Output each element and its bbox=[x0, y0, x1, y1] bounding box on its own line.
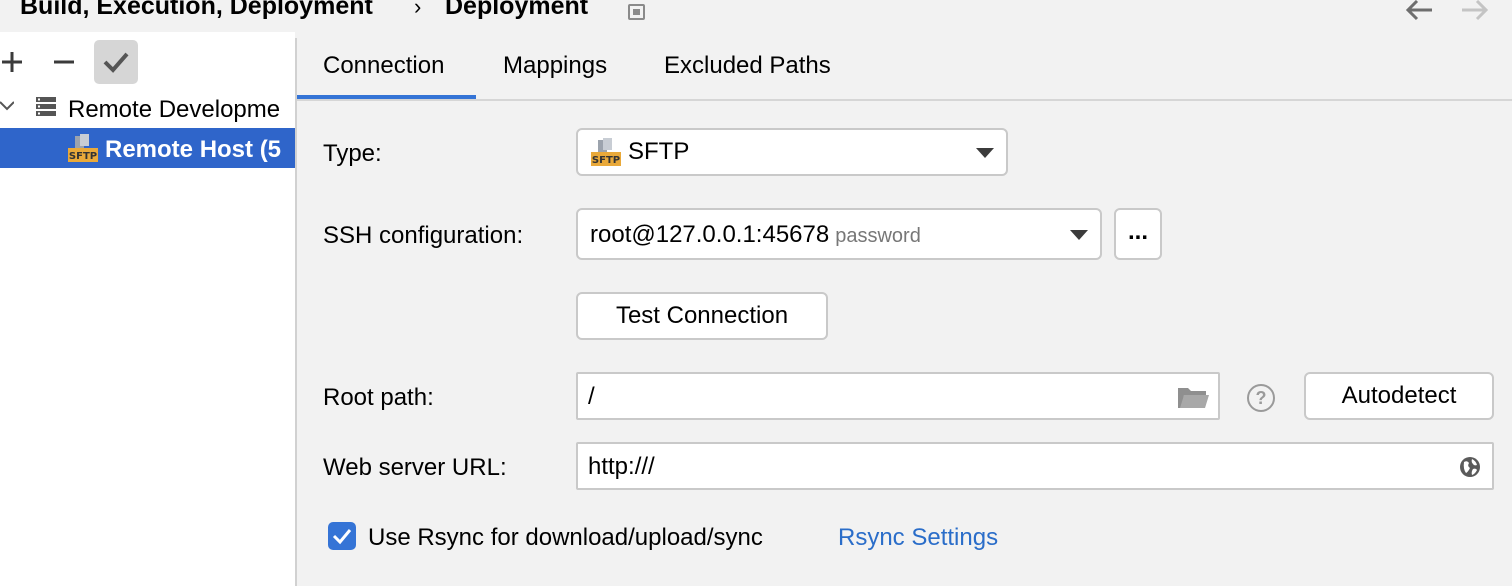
remove-server-icon[interactable] bbox=[52, 44, 78, 80]
add-server-icon[interactable] bbox=[0, 44, 26, 80]
web-server-url-value: http:/// bbox=[588, 453, 655, 480]
chevron-down-icon[interactable] bbox=[0, 98, 14, 114]
ssh-configuration-value: root@127.0.0.1:45678 password bbox=[590, 221, 921, 249]
tree-item-remote-host[interactable]: SFTP Remote Host (5 bbox=[0, 128, 295, 168]
breadcrumb-separator: › bbox=[414, 0, 422, 19]
deployment-settings-window: Build, Execution, Deployment › Deploymen… bbox=[0, 0, 1512, 586]
tree-group-label: Remote Developme bbox=[68, 96, 281, 123]
collapse-panel-icon[interactable] bbox=[628, 4, 645, 20]
ssh-auth-hint: password bbox=[835, 225, 921, 247]
root-path-label: Root path: bbox=[323, 384, 434, 411]
back-arrow-icon[interactable] bbox=[1404, 0, 1436, 24]
root-path-value: / bbox=[588, 383, 595, 410]
checkmark-icon bbox=[332, 529, 352, 545]
breadcrumb: Build, Execution, Deployment › Deploymen… bbox=[0, 0, 1512, 32]
ssh-configuration-label: SSH configuration: bbox=[323, 222, 524, 249]
dropdown-arrow-icon bbox=[976, 148, 994, 158]
type-label: Type: bbox=[323, 140, 382, 167]
breadcrumb-parent[interactable]: Build, Execution, Deployment bbox=[20, 0, 373, 21]
rsync-settings-link[interactable]: Rsync Settings bbox=[838, 524, 998, 552]
tab-connection[interactable]: Connection bbox=[323, 52, 444, 80]
svg-text:SFTP: SFTP bbox=[592, 155, 620, 166]
server-list-panel: Remote Developme SFTP Remote Host (5 bbox=[0, 32, 295, 586]
checkmark-icon bbox=[103, 52, 129, 73]
globe-icon[interactable] bbox=[1458, 455, 1482, 479]
type-value: SFTP bbox=[628, 138, 690, 165]
tabs-divider bbox=[297, 99, 1512, 101]
web-server-url-label: Web server URL: bbox=[323, 454, 507, 481]
forward-arrow-icon[interactable] bbox=[1458, 0, 1490, 24]
svg-text:SFTP: SFTP bbox=[69, 151, 97, 162]
sftp-icon: SFTP bbox=[591, 138, 621, 166]
root-path-input[interactable]: / bbox=[576, 372, 1220, 420]
server-icon bbox=[36, 97, 56, 116]
use-rsync-checkbox[interactable] bbox=[328, 522, 356, 550]
type-dropdown[interactable]: SFTP SFTP bbox=[576, 128, 1008, 176]
sftp-icon: SFTP bbox=[68, 134, 98, 162]
page-title: Deployment bbox=[445, 0, 589, 20]
use-rsync-label[interactable]: Use Rsync for download/upload/sync bbox=[368, 524, 763, 552]
edit-ssh-configurations-button[interactable]: ... bbox=[1114, 208, 1162, 260]
set-default-button[interactable] bbox=[94, 40, 138, 84]
tree-item-label: Remote Host (5 bbox=[105, 136, 282, 163]
web-server-url-input[interactable]: http:/// bbox=[576, 442, 1494, 490]
test-connection-button[interactable]: Test Connection bbox=[576, 292, 828, 340]
tab-excluded-paths[interactable]: Excluded Paths bbox=[664, 52, 831, 80]
tab-mappings[interactable]: Mappings bbox=[503, 52, 607, 80]
dropdown-arrow-icon bbox=[1070, 230, 1088, 240]
autodetect-button[interactable]: Autodetect bbox=[1304, 372, 1494, 420]
folder-icon[interactable] bbox=[1176, 384, 1210, 410]
ssh-host: root@127.0.0.1:45678 bbox=[590, 221, 830, 248]
ssh-configuration-dropdown[interactable]: root@127.0.0.1:45678 password bbox=[576, 208, 1102, 260]
help-icon[interactable]: ? bbox=[1247, 384, 1275, 412]
tree-group-remote-development[interactable]: Remote Developme bbox=[0, 88, 295, 128]
server-details-panel: Connection Mappings Excluded Paths Type:… bbox=[297, 32, 1512, 586]
